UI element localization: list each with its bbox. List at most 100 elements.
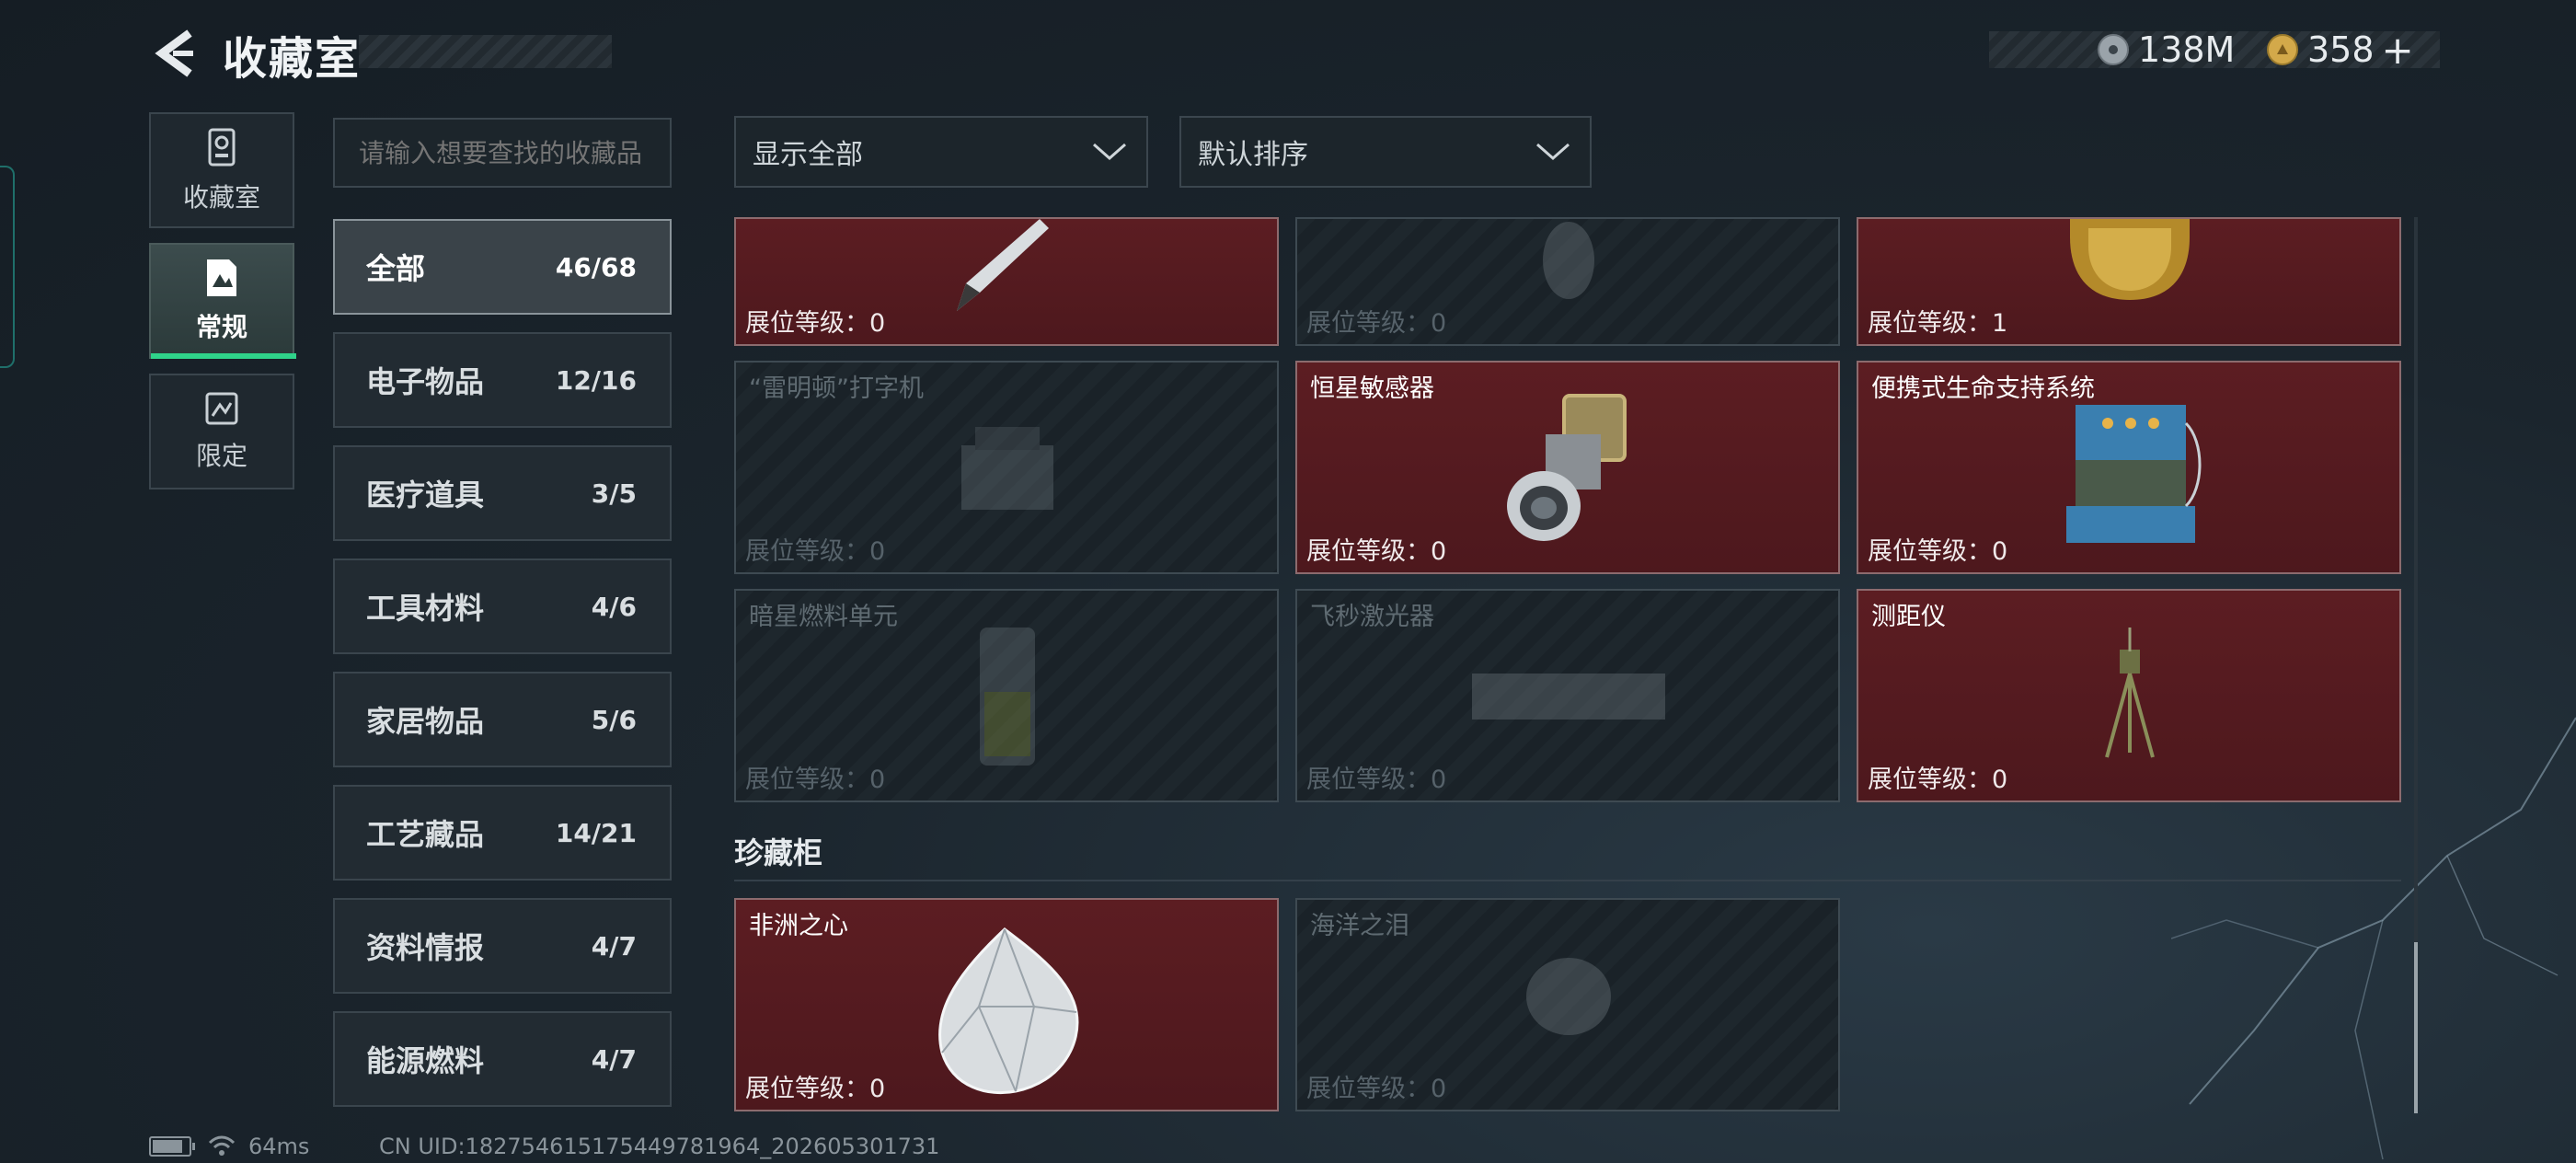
card-level: 展位等级：0: [1868, 537, 2008, 566]
golden-statue-icon: [2070, 219, 2190, 300]
collection-card[interactable]: 暗星燃料单元 展位等级：0: [734, 589, 1279, 802]
category-count: 5/6: [591, 704, 637, 735]
category-medical[interactable]: 医疗道具 3/5: [333, 445, 672, 541]
card-level: 展位等级：1: [1868, 309, 2008, 338]
card-name: 海洋之泪: [1310, 912, 1409, 940]
category-count: 3/5: [591, 478, 637, 509]
pen-icon: [957, 219, 1049, 311]
category-name: 工艺藏品: [366, 817, 485, 852]
rangefinder-tripod-icon: [2105, 628, 2155, 758]
treasure-card[interactable]: 非洲之心 展位等级：0: [734, 898, 1279, 1111]
side-edge-tab[interactable]: [0, 166, 15, 368]
nav-limited[interactable]: 限定: [149, 374, 294, 489]
category-count: 14/21: [555, 817, 637, 848]
category-name: 家居物品: [366, 704, 485, 739]
collection-card[interactable]: 恒星敏感器 展位等级：0: [1295, 361, 1840, 574]
section-divider: [734, 880, 2401, 881]
category-name: 电子物品: [366, 364, 485, 399]
category-count: 46/68: [555, 251, 637, 282]
currency-silver: 138M: [2098, 29, 2236, 70]
category-intel[interactable]: 资料情报 4/7: [333, 898, 672, 994]
category-fuel[interactable]: 能源燃料 4/7: [333, 1011, 672, 1107]
title-decoration: [359, 35, 612, 68]
scrollbar-thumb[interactable]: [2414, 942, 2418, 1113]
gem-icon: [1526, 958, 1611, 1035]
nav-active-indicator: [151, 353, 296, 359]
card-name: 恒星敏感器: [1310, 374, 1434, 403]
category-name: 能源燃料: [366, 1043, 485, 1078]
trophy-cabinet-icon: [208, 128, 236, 167]
status-bar: 64ms CN UID:18275461517544978196​4_20260…: [149, 1134, 939, 1159]
currency-silver-value: 138M: [2138, 29, 2236, 70]
collection-card[interactable]: “雷明顿”打字机 展位等级：0: [734, 361, 1279, 574]
life-support-icon: [2066, 405, 2202, 543]
category-tools[interactable]: 工具材料 4/6: [333, 558, 672, 654]
fuel-cell-icon: [980, 628, 1035, 766]
card-name: 非洲之心: [749, 912, 848, 940]
card-level: 展位等级：0: [745, 1075, 886, 1103]
collection-card[interactable]: 展位等级：0: [1295, 217, 1840, 346]
add-currency-button[interactable]: +: [2382, 28, 2414, 73]
user-uid: CN UID:18275461517544978196​4_2026053017…: [379, 1134, 940, 1159]
wifi-icon: [208, 1135, 236, 1156]
section-title-treasure: 珍藏柜: [734, 835, 823, 870]
collection-card[interactable]: 测距仪 展位等级：0: [1857, 589, 2401, 802]
currency-bar: 138M 358 +: [1989, 28, 2440, 73]
nav-regular[interactable]: 常规: [149, 243, 296, 359]
category-all[interactable]: 全部 46/68: [333, 219, 672, 315]
gold-coin-icon: [2267, 34, 2298, 65]
collection-card[interactable]: 展位等级：0: [734, 217, 1279, 346]
display-filter-label: 显示全部: [753, 139, 863, 171]
treasure-card[interactable]: 海洋之泪 展位等级：0: [1295, 898, 1840, 1111]
category-crafts[interactable]: 工艺藏品 14/21: [333, 785, 672, 881]
silver-coin-icon: [2098, 34, 2129, 65]
nav-limited-label: 限定: [195, 441, 247, 471]
battery-fill: [153, 1140, 183, 1153]
nav-regular-label: 常规: [195, 312, 247, 342]
currency-gold: 358 +: [2267, 28, 2414, 73]
category-count: 4/7: [591, 930, 637, 961]
category-name: 资料情报: [366, 930, 485, 965]
category-name: 全部: [366, 251, 426, 286]
category-household[interactable]: 家居物品 5/6: [333, 672, 672, 767]
card-level: 展位等级：0: [745, 309, 886, 338]
sort-dropdown[interactable]: 默认排序: [1179, 116, 1592, 188]
card-name: 飞秒激光器: [1310, 603, 1434, 631]
category-name: 医疗道具: [366, 478, 485, 512]
diamond-icon: [938, 927, 1079, 1095]
collection-card[interactable]: 飞秒激光器 展位等级：0: [1295, 589, 1840, 802]
star-sensor-icon: [1507, 394, 1627, 541]
nav-collection-room[interactable]: 收藏室: [149, 112, 294, 228]
card-level: 展位等级：0: [1306, 766, 1447, 794]
category-count: 12/16: [555, 364, 637, 396]
card-level: 展位等级：0: [745, 537, 886, 566]
laser-icon: [1472, 674, 1665, 720]
collection-card[interactable]: 展位等级：1: [1857, 217, 2401, 346]
collection-card[interactable]: 便携式生命支持系统 展位等级：0: [1857, 361, 2401, 574]
category-electronics[interactable]: 电子物品 12/16: [333, 332, 672, 428]
back-arrow-icon: [155, 29, 193, 77]
category-count: 4/6: [591, 591, 637, 622]
sort-label: 默认排序: [1198, 139, 1308, 171]
back-button[interactable]: [147, 26, 202, 81]
chevron-down-icon: [1536, 143, 1570, 161]
chevron-down-icon: [1093, 143, 1126, 161]
display-filter-dropdown[interactable]: 显示全部: [734, 116, 1148, 188]
battery-icon: [149, 1136, 195, 1157]
limited-card-icon: [205, 392, 238, 425]
ping-value: 64ms: [248, 1134, 310, 1159]
category-count: 4/7: [591, 1043, 637, 1075]
category-name: 工具材料: [366, 591, 485, 626]
card-level: 展位等级：0: [745, 766, 886, 794]
card-level: 展位等级：0: [1868, 766, 2008, 794]
card-level: 展位等级：0: [1306, 537, 1447, 566]
typewriter-icon: [961, 427, 1053, 510]
card-name: “雷明顿”打字机: [749, 374, 924, 403]
search-input[interactable]: [333, 118, 672, 188]
nav-collection-room-label: 收藏室: [182, 182, 260, 213]
page-title: 收藏室: [223, 33, 362, 85]
header: 收藏室 138M 358 +: [0, 0, 2576, 106]
document-image-icon: [207, 259, 236, 296]
card-name: 测距仪: [1871, 603, 1946, 631]
unknown-item-icon: [1543, 222, 1594, 299]
